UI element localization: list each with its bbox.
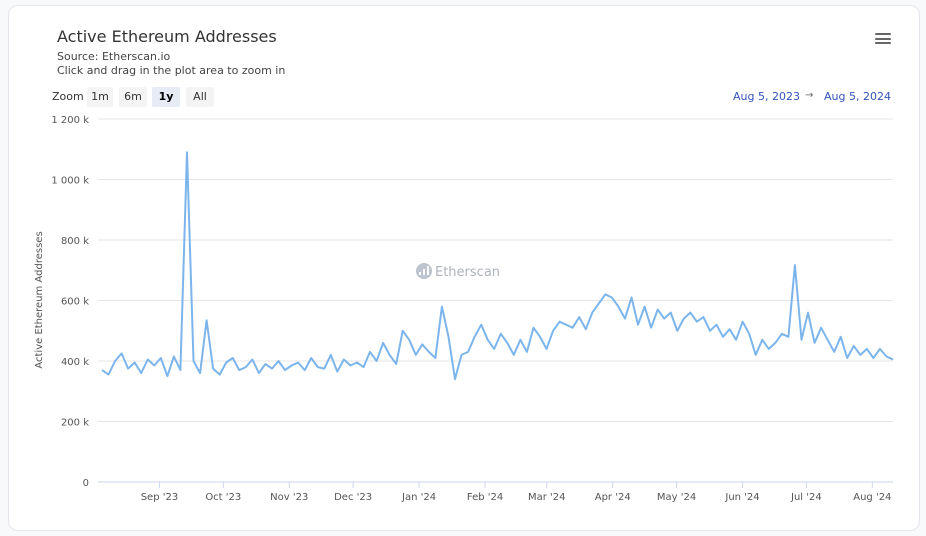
y-tick-label: 800 k (61, 236, 89, 247)
chart-plot[interactable]: 0 200 k 400 k 600 k 800 k 1 000 k 1 200 k Activ… (0, 0, 926, 536)
x-tick-label: Jun '24 (724, 492, 759, 503)
y-tick-label: 600 k (61, 297, 89, 308)
x-tick-label: Oct '23 (205, 492, 241, 503)
y-tick-label: 1 200 k (51, 115, 89, 126)
x-tick-label: Mar '24 (528, 492, 566, 503)
x-tick-label: Jan '24 (401, 492, 436, 503)
x-tick-label: Jul '24 (790, 492, 822, 503)
etherscan-watermark: Etherscan (416, 263, 500, 280)
y-tick-label: 0 (83, 478, 89, 489)
x-tick-label: Dec '23 (334, 492, 372, 503)
watermark-text: Etherscan (435, 265, 500, 280)
x-tick-label: May '24 (657, 492, 696, 503)
x-tick-label: Feb '24 (467, 492, 503, 503)
x-tick-label: Aug '24 (853, 492, 891, 503)
y-tick-label: 1 000 k (51, 176, 89, 187)
x-tick-label: Nov '23 (270, 492, 308, 503)
x-tick-label: Apr '24 (595, 492, 631, 503)
x-tick-label: Sep '23 (141, 492, 179, 503)
y-axis-title: Active Ethereum Addresses (34, 231, 45, 368)
y-tick-label: 400 k (61, 357, 89, 368)
y-tick-label: 200 k (61, 418, 89, 429)
